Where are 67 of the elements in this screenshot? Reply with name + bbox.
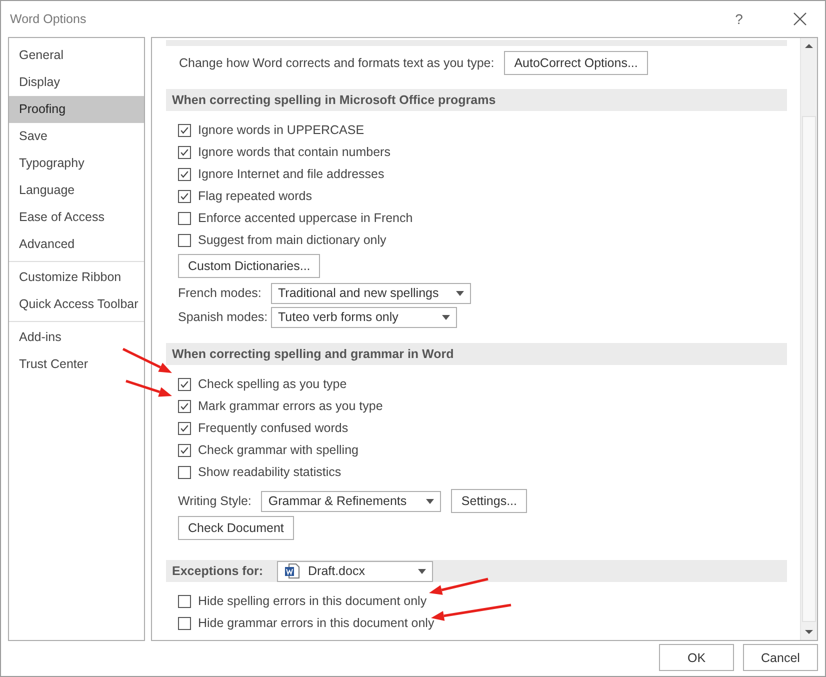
checkbox-label: Ignore words that contain numbers [198,145,390,159]
dialog-button[interactable]: Custom Dictionaries... [178,254,320,278]
sidebar-item[interactable]: Quick Access Toolbar [9,291,144,318]
checkbox[interactable] [178,444,191,456]
sidebar-item[interactable]: Advanced [9,231,144,258]
dialog-button[interactable]: Check Document [178,516,294,540]
checkbox[interactable] [178,594,191,608]
sidebar-item[interactable]: Save [9,123,144,150]
field-label: Spanish modes: [178,310,269,324]
checkbox[interactable] [178,378,191,390]
checkbox-label: Ignore Internet and file addresses [198,167,384,181]
checkbox-label: Show readability statistics [198,465,342,479]
checkbox[interactable] [178,146,191,158]
checkbox-label: Check grammar with spelling [198,443,358,457]
dropdown[interactable]: Grammar & Refinements [261,490,442,512]
sidebar-item[interactable]: Trust Center [9,351,144,378]
checkbox-label: Ignore words in UPPERCASE [198,123,364,137]
checkbox-label: Check spelling as you type [198,377,347,391]
sidebar-item[interactable]: Typography [9,150,144,177]
checkbox-label: Flag repeated words [198,189,312,203]
checkbox[interactable] [178,616,191,630]
annotation-arrow [122,348,172,373]
checkbox-label: Enforce accented uppercase in French [198,211,413,225]
caret-icon [418,568,426,574]
field-label: Writing Style: [178,494,252,508]
field-label: French modes: [178,286,262,300]
caret-icon [426,498,434,504]
sidebar-item[interactable]: Customize Ribbon [9,264,144,291]
sidebar-item[interactable]: Language [9,177,144,204]
checkbox[interactable] [178,168,191,180]
dropdown[interactable]: Traditional and new spellings [271,282,471,304]
checkbox[interactable] [178,422,191,434]
sidebar-item[interactable]: Add-ins [9,324,144,351]
close-icon[interactable] [793,12,807,26]
section-header: When correcting spelling and grammar in Word [172,347,454,361]
sidebar-item[interactable]: Ease of Access [9,204,144,231]
section-header: When correcting spelling in Microsoft Office programs [172,93,496,107]
annotation-arrow [126,380,172,397]
checkbox-label: Mark grammar errors as you type [198,399,383,413]
checkbox[interactable] [178,190,191,202]
checkbox[interactable] [178,234,191,246]
sidebar-item[interactable]: Display [9,69,144,96]
checkbox[interactable] [178,212,191,224]
checkbox-label: Hide spelling errors in this document only [198,594,427,608]
section-header: Exceptions for: [172,564,263,578]
checkbox[interactable] [178,466,191,478]
window-title: Word Options [10,12,88,26]
autocorrect-button[interactable]: AutoCorrect Options... [504,51,648,75]
settings-button[interactable]: Settings... [451,489,527,513]
dropdown[interactable]: Draft.docx [277,560,433,582]
sidebar-item[interactable]: General [9,42,144,69]
checkbox-label: Hide grammar errors in this document only [198,616,434,630]
dropdown[interactable]: Tuteo verb forms only [271,306,457,328]
caret-icon [442,314,450,320]
sidebar-item[interactable]: Proofing [9,96,144,123]
dialog-button[interactable]: Cancel [743,644,818,671]
checkbox[interactable] [178,124,191,136]
checkbox[interactable] [178,400,191,412]
document-icon [284,563,300,579]
dialog-button[interactable]: OK [659,644,734,671]
annotation-arrow [429,578,488,595]
help-button[interactable]: ? [729,11,749,27]
scrollbar[interactable] [800,38,817,640]
checkbox-label: Frequently confused words [198,421,348,435]
caret-icon [456,290,464,296]
autocorrect-label: Change how Word corrects and formats text as you type: [179,56,494,70]
checkbox-label: Suggest from main dictionary only [198,233,386,247]
